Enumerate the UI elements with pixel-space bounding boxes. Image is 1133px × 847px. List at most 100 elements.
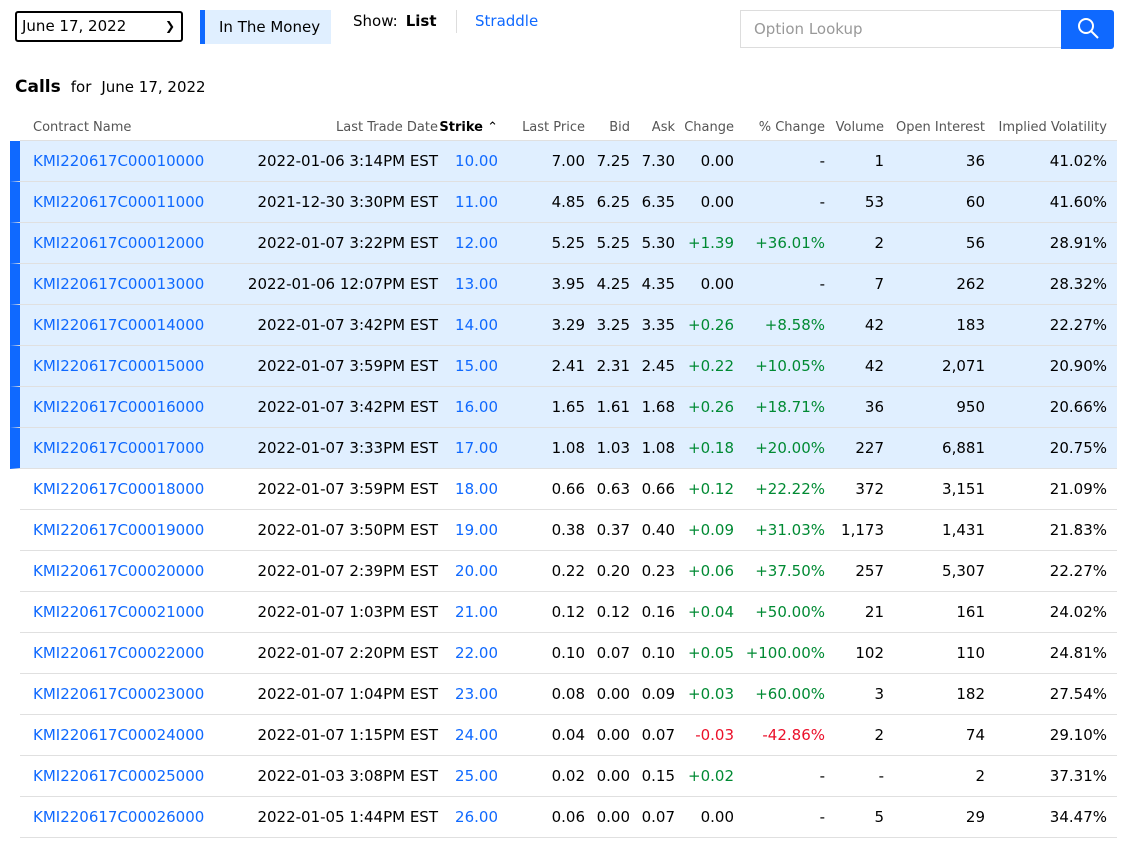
- percent-change-cell: +100.00%: [745, 644, 825, 662]
- column-header-implied-volatility[interactable]: Implied Volatility: [985, 120, 1108, 135]
- percent-change-cell: -: [819, 808, 825, 826]
- change-cell: 0.00: [700, 275, 734, 293]
- strike-link[interactable]: 11.00: [438, 193, 498, 211]
- last-price-cell: 0.10: [551, 644, 585, 662]
- column-header-contract-name[interactable]: Contract Name: [33, 120, 230, 135]
- open-interest-cell: 182: [956, 685, 985, 703]
- percent-change-cell: +31.03%: [755, 521, 825, 539]
- column-header-last-trade-date[interactable]: Last Trade Date: [230, 120, 438, 135]
- last-trade-date-cell: 2022-01-06 12:07PM EST: [247, 275, 438, 293]
- ask-cell: 5.30: [641, 234, 675, 252]
- column-header-ask[interactable]: Ask: [630, 120, 675, 135]
- percent-change-cell: +36.01%: [755, 234, 825, 252]
- change-cell: +1.39: [688, 234, 734, 252]
- contract-name-link[interactable]: KMI220617C00022000: [33, 644, 230, 662]
- last-price-cell: 5.25: [551, 234, 585, 252]
- table-row: KMI220617C00020000 2022-01-07 2:39PM EST 2…: [20, 551, 1117, 592]
- bid-cell: 0.37: [596, 521, 630, 539]
- volume-cell: 42: [864, 316, 884, 334]
- strike-link[interactable]: 17.00: [438, 439, 498, 457]
- column-header-last-price[interactable]: Last Price: [498, 120, 585, 135]
- ask-cell: 1.08: [641, 439, 675, 457]
- table-row: KMI220617C00012000 2022-01-07 3:22PM EST 1…: [10, 223, 1117, 264]
- strike-link[interactable]: 20.00: [438, 562, 498, 580]
- strike-link[interactable]: 25.00: [438, 767, 498, 785]
- ask-cell: 0.15: [641, 767, 675, 785]
- change-cell: +0.04: [688, 603, 734, 621]
- last-trade-date-cell: 2022-01-03 3:08PM EST: [257, 767, 438, 785]
- contract-name-link[interactable]: KMI220617C00016000: [33, 398, 230, 416]
- ask-cell: 0.40: [641, 521, 675, 539]
- table-row: KMI220617C00018000 2022-01-07 3:59PM EST 1…: [20, 469, 1117, 510]
- contract-name-link[interactable]: KMI220617C00012000: [33, 234, 230, 252]
- bid-cell: 1.61: [596, 398, 630, 416]
- bid-cell: 0.07: [596, 644, 630, 662]
- show-options: Show: List: [353, 12, 437, 30]
- strike-link[interactable]: 24.00: [438, 726, 498, 744]
- contract-name-link[interactable]: KMI220617C00024000: [33, 726, 230, 744]
- column-header-change[interactable]: Change: [675, 120, 734, 135]
- last-price-cell: 7.00: [551, 152, 585, 170]
- column-header-open-interest[interactable]: Open Interest: [884, 120, 985, 135]
- strike-link[interactable]: 14.00: [438, 316, 498, 334]
- contract-name-link[interactable]: KMI220617C00026000: [33, 808, 230, 826]
- column-header-bid[interactable]: Bid: [585, 120, 630, 135]
- contract-name-link[interactable]: KMI220617C00018000: [33, 480, 230, 498]
- percent-change-cell: -: [819, 193, 825, 211]
- implied-volatility-cell: 20.90%: [1049, 357, 1107, 375]
- contract-name-link[interactable]: KMI220617C00019000: [33, 521, 230, 539]
- option-lookup-input[interactable]: [740, 10, 1062, 48]
- strike-link[interactable]: 21.00: [438, 603, 498, 621]
- expiration-date-select[interactable]: June 17, 2022 ❯: [15, 11, 183, 42]
- strike-link[interactable]: 23.00: [438, 685, 498, 703]
- contract-name-link[interactable]: KMI220617C00025000: [33, 767, 230, 785]
- straddle-view-button[interactable]: Straddle: [475, 12, 538, 30]
- last-trade-date-cell: 2021-12-30 3:30PM EST: [257, 193, 438, 211]
- strike-link[interactable]: 16.00: [438, 398, 498, 416]
- column-label: Strike: [439, 119, 483, 135]
- last-price-cell: 0.08: [551, 685, 585, 703]
- percent-change-cell: +18.71%: [755, 398, 825, 416]
- open-interest-cell: 29: [965, 808, 985, 826]
- strike-link[interactable]: 15.00: [438, 357, 498, 375]
- strike-link[interactable]: 18.00: [438, 480, 498, 498]
- contract-name-link[interactable]: KMI220617C00017000: [33, 439, 230, 457]
- strike-link[interactable]: 26.00: [438, 808, 498, 826]
- open-interest-cell: 183: [956, 316, 985, 334]
- contract-name-link[interactable]: KMI220617C00010000: [33, 152, 230, 170]
- search-button[interactable]: [1061, 10, 1114, 49]
- open-interest-cell: 3,151: [942, 480, 985, 498]
- strike-link[interactable]: 19.00: [438, 521, 498, 539]
- column-header-percent-change[interactable]: % Change: [734, 120, 825, 135]
- bid-cell: 0.00: [596, 808, 630, 826]
- change-cell: +0.03: [688, 685, 734, 703]
- bid-cell: 0.00: [596, 767, 630, 785]
- contract-name-link[interactable]: KMI220617C00013000: [33, 275, 230, 293]
- contract-name-link[interactable]: KMI220617C00014000: [33, 316, 230, 334]
- volume-cell: 5: [874, 808, 884, 826]
- strike-link[interactable]: 22.00: [438, 644, 498, 662]
- last-trade-date-cell: 2022-01-07 3:22PM EST: [257, 234, 438, 252]
- column-header-strike[interactable]: Strike ⌃: [438, 120, 498, 135]
- implied-volatility-cell: 27.54%: [1049, 685, 1107, 703]
- ask-cell: 4.35: [641, 275, 675, 293]
- in-the-money-toggle[interactable]: In The Money: [200, 10, 331, 44]
- open-interest-cell: 36: [965, 152, 985, 170]
- change-cell: +0.12: [688, 480, 734, 498]
- contract-name-link[interactable]: KMI220617C00023000: [33, 685, 230, 703]
- implied-volatility-cell: 41.02%: [1049, 152, 1107, 170]
- column-header-volume[interactable]: Volume: [825, 120, 884, 135]
- strike-link[interactable]: 10.00: [438, 152, 498, 170]
- last-price-cell: 3.95: [551, 275, 585, 293]
- change-cell: +0.26: [688, 398, 734, 416]
- contract-name-link[interactable]: KMI220617C00015000: [33, 357, 230, 375]
- contract-name-link[interactable]: KMI220617C00021000: [33, 603, 230, 621]
- list-view-button[interactable]: List: [406, 12, 437, 30]
- calls-title: Calls: [15, 77, 61, 97]
- contract-name-link[interactable]: KMI220617C00020000: [33, 562, 230, 580]
- strike-link[interactable]: 12.00: [438, 234, 498, 252]
- change-cell: +0.05: [688, 644, 734, 662]
- selected-date: June 17, 2022: [22, 17, 127, 35]
- strike-link[interactable]: 13.00: [438, 275, 498, 293]
- contract-name-link[interactable]: KMI220617C00011000: [33, 193, 230, 211]
